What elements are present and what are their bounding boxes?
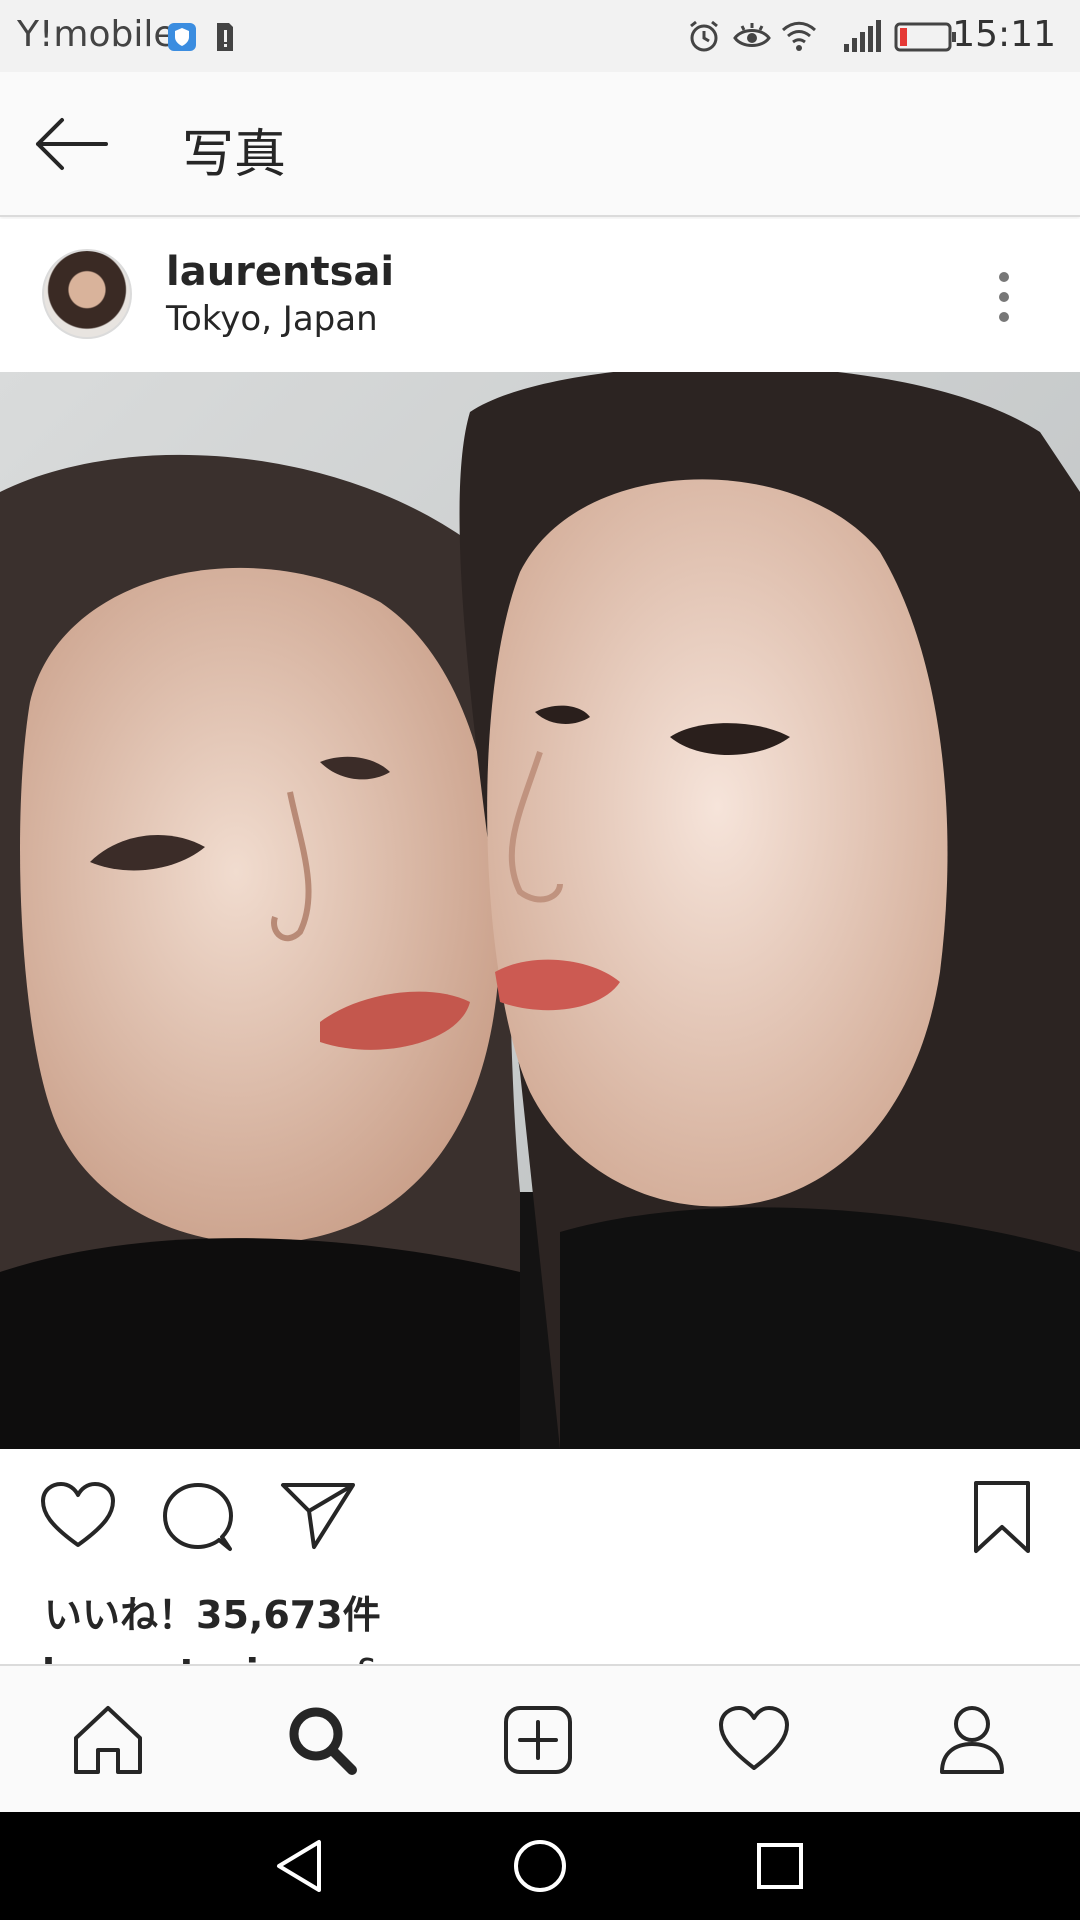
share-icon[interactable] <box>280 1481 356 1551</box>
eye-icon <box>733 23 771 47</box>
home-icon[interactable] <box>72 1704 144 1776</box>
shield-icon <box>168 23 196 51</box>
profile-icon[interactable] <box>936 1704 1008 1776</box>
caption-username[interactable]: laurentsai <box>42 1651 259 1664</box>
bottom-nav <box>0 1664 1080 1812</box>
post-actions <box>0 1449 1080 1589</box>
system-nav-bar <box>0 1812 1080 1920</box>
bookmark-icon[interactable] <box>972 1479 1032 1555</box>
caption: laurentsai you & me <box>42 1650 456 1664</box>
more-vertical-icon[interactable] <box>990 269 1018 325</box>
comment-icon[interactable] <box>162 1481 234 1553</box>
page-title: 写真 <box>182 125 287 185</box>
sim-alert-icon <box>217 23 233 51</box>
battery-low-icon <box>894 22 956 52</box>
photo-illustration <box>0 372 1080 1449</box>
post-header: laurentsai Tokyo, Japan <box>0 219 1080 371</box>
add-post-icon[interactable] <box>502 1704 574 1776</box>
recents-square-icon[interactable] <box>756 1842 804 1890</box>
signal-icon <box>844 20 881 52</box>
alarm-icon <box>690 20 718 52</box>
avatar[interactable] <box>42 249 132 339</box>
home-circle-icon[interactable] <box>512 1838 568 1894</box>
carrier-name: Y!mobile <box>17 14 176 55</box>
top-app-bar: 写真 <box>0 72 1080 217</box>
heart-icon[interactable] <box>40 1481 116 1551</box>
status-bar: Y!mobile 15:11 <box>0 0 1080 72</box>
search-icon[interactable] <box>286 1704 358 1776</box>
post-photo[interactable] <box>0 372 1080 1449</box>
status-time: 15:11 <box>952 14 1056 55</box>
arrow-left-icon[interactable] <box>34 116 108 172</box>
post-username[interactable]: laurentsai <box>166 249 394 295</box>
likes-count[interactable]: いいね！35,673件 <box>44 1584 381 1639</box>
activity-heart-icon[interactable] <box>718 1704 790 1776</box>
wifi-icon <box>781 21 817 51</box>
back-triangle-icon[interactable] <box>275 1838 325 1894</box>
post-location[interactable]: Tokyo, Japan <box>166 299 378 339</box>
caption-text: you & me <box>272 1651 456 1664</box>
